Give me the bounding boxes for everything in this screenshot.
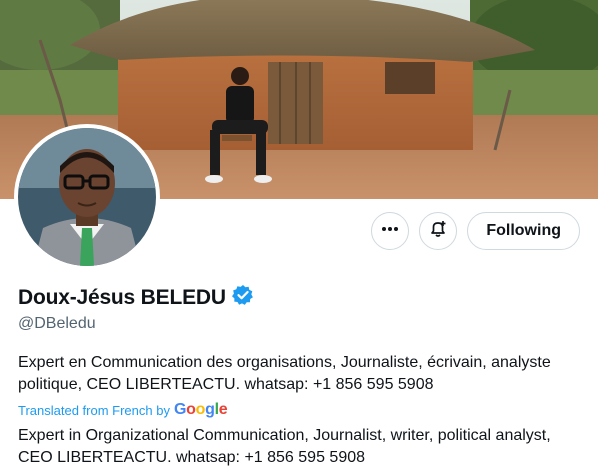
bio-translated: Expert in Organizational Communication, … bbox=[18, 427, 551, 466]
profile-actions: Following bbox=[371, 212, 580, 250]
translation-attribution[interactable]: Translated from French by Google bbox=[18, 401, 228, 419]
bio-original: Expert en Communication des organisation… bbox=[18, 354, 551, 393]
display-name: Doux-Jésus BELEDU bbox=[18, 285, 226, 309]
verified-badge-icon[interactable] bbox=[231, 284, 254, 311]
bell-plus-icon bbox=[428, 219, 448, 244]
user-handle: @DBeledu bbox=[18, 315, 96, 332]
name-row: Doux-Jésus BELEDU bbox=[18, 284, 254, 311]
more-horizontal-icon bbox=[380, 219, 400, 244]
profile-avatar[interactable] bbox=[18, 128, 156, 266]
translated-label: Translated from French by bbox=[18, 402, 170, 418]
notifications-button[interactable] bbox=[419, 212, 458, 250]
following-button[interactable]: Following bbox=[467, 212, 580, 250]
google-logo: Google bbox=[173, 401, 228, 418]
more-button[interactable] bbox=[371, 212, 410, 250]
